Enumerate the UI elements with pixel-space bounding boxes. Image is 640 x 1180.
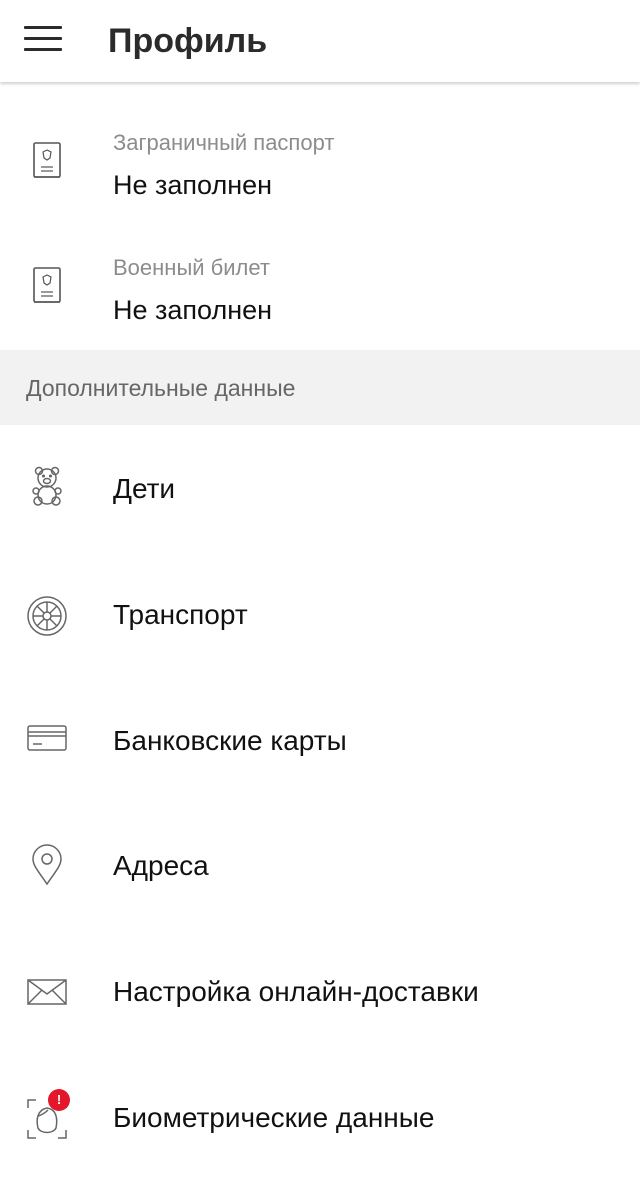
hamburger-icon[interactable]	[24, 24, 64, 54]
menu-item-addresses[interactable]: Адреса	[0, 802, 640, 928]
foreign-passport-row[interactable]: Заграничный паспорт Не заполнен	[0, 100, 640, 225]
teddy-bear-icon	[26, 465, 68, 507]
military-id-icon	[30, 266, 64, 306]
wheel-icon	[26, 595, 68, 637]
bank-card-icon	[26, 723, 68, 765]
location-pin-icon	[26, 844, 68, 886]
menu-item-children-label: Дети	[113, 473, 176, 504]
app-bar: Профиль	[0, 0, 640, 82]
foreign-passport-label: Заграничный паспорт	[113, 130, 335, 155]
menu-item-bank-cards[interactable]: Банковские карты	[0, 677, 640, 803]
section-header: Дополнительные данные	[0, 350, 640, 425]
menu-item-online-delivery-label: Настройка онлайн-доставки	[113, 976, 479, 1007]
envelope-icon	[26, 978, 68, 1020]
military-id-row[interactable]: Военный билет Не заполнен	[0, 225, 640, 350]
military-id-value: Не заполнен	[113, 295, 273, 325]
menu-item-transport[interactable]: Транспорт	[0, 551, 640, 677]
notification-badge: !	[48, 1089, 70, 1111]
menu-item-biometrics[interactable]: ! Биометрические данные	[0, 1054, 640, 1180]
section-title: Дополнительные данные	[26, 375, 296, 401]
foreign-passport-value: Не заполнен	[113, 170, 273, 200]
military-id-label: Военный билет	[113, 255, 270, 280]
passport-icon	[30, 141, 64, 181]
menu-item-online-delivery[interactable]: Настройка онлайн-доставки	[0, 928, 640, 1054]
menu-item-bank-cards-label: Банковские карты	[113, 725, 347, 756]
menu-item-biometrics-label: Биометрические данные	[113, 1102, 435, 1133]
menu-item-children[interactable]: Дети	[0, 425, 640, 551]
page-title: Профиль	[108, 22, 268, 60]
menu-item-addresses-label: Адреса	[113, 850, 209, 881]
menu-item-transport-label: Транспорт	[113, 599, 248, 630]
